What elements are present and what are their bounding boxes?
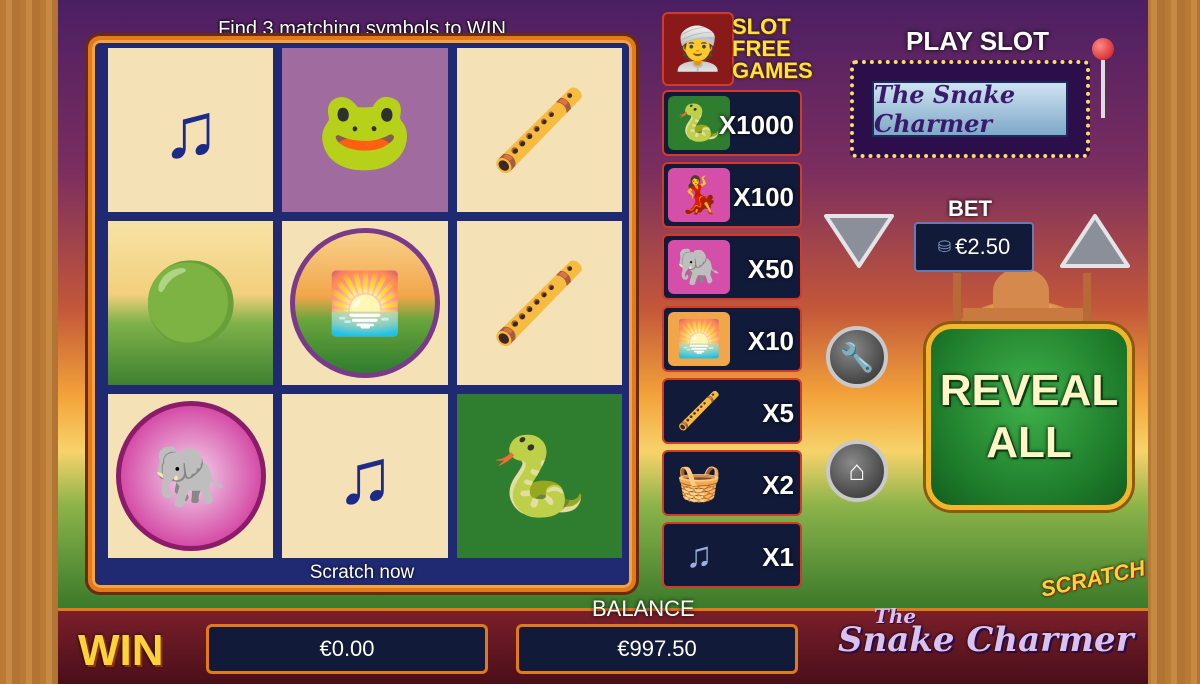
home-button[interactable]: ⌂	[826, 440, 888, 502]
flute-icon: 🪈	[490, 259, 588, 347]
scratch-cell[interactable]: 🪈	[456, 48, 622, 212]
multiplier: X1000	[718, 110, 794, 140]
bet-decrease-button[interactable]	[822, 210, 896, 270]
scratch-cell[interactable]: 🌅	[282, 221, 448, 385]
flute-icon: 🪈	[490, 86, 588, 174]
slot-free-games-button[interactable]: 👳 SLOT FREE GAMES	[662, 12, 852, 86]
cobra-icon: 🐸	[316, 86, 414, 174]
multiplier: X100	[733, 182, 794, 212]
paytable: 🐍 X1000 💃 X100 🐘 X50 🌅 X10 🪈 X5 🧺 X2 ♫ X…	[662, 90, 802, 594]
win-amount: €0.00	[206, 624, 488, 674]
slot-lever-icon[interactable]	[1092, 38, 1118, 118]
music-notes-icon: ♫	[685, 534, 713, 575]
balance-label: BALANCE	[592, 596, 695, 621]
cobra-icon: 🟢	[142, 259, 240, 347]
bet-value: ⛁ €2.50	[914, 222, 1034, 272]
paytable-row: 🐘 X50	[662, 234, 802, 300]
scratch-now-hint: Scratch now	[309, 562, 415, 583]
bet-increase-button[interactable]	[1058, 212, 1132, 272]
win-label: WIN	[78, 626, 164, 675]
paytable-row: 🐍 X1000	[662, 90, 802, 156]
play-slot-button[interactable]: The Snake Charmer	[850, 60, 1090, 158]
flute-icon: 🪈	[676, 390, 722, 431]
landscape-icon: 🌅	[289, 228, 440, 378]
scratch-cell[interactable]: 🐸	[282, 48, 448, 212]
paytable-row: 🧺 X2	[662, 450, 802, 516]
multiplier: X50	[747, 254, 794, 284]
elephant-icon: 🐘	[115, 401, 266, 551]
scratch-cell[interactable]: 🪈	[456, 221, 622, 385]
scratch-grid: ♫ 🐸 🪈 🟢 🌅 🪈 🐘 ♫ 🐍	[108, 48, 622, 558]
multiplier: X5	[762, 398, 794, 428]
free-games-label: SLOT FREE GAMES	[732, 14, 813, 83]
scratch-cell[interactable]: 🐘	[108, 394, 274, 558]
multiplier: X2	[762, 470, 794, 500]
home-icon: ⌂	[848, 455, 866, 486]
paytable-row: 🌅 X10	[662, 306, 802, 372]
multiplier: X1	[762, 542, 794, 572]
landscape-icon: 🌅	[668, 312, 730, 366]
cobra-icon: 🐍	[490, 432, 588, 520]
music-notes-icon: ♫	[161, 86, 220, 174]
wood-frame-left	[0, 0, 60, 684]
multiplier: X10	[747, 326, 794, 356]
dancer-icon: 💃	[668, 168, 730, 222]
play-slot-label: PLAY SLOT	[906, 26, 1050, 56]
snake-charmer-logo: The Snake Charmer	[872, 80, 1068, 138]
snake-charmer-icon: 👳	[662, 12, 734, 86]
paytable-row: 🪈 X5	[662, 378, 802, 444]
coin-stack-icon: ⛁	[937, 239, 952, 256]
scratch-cell[interactable]: ♫	[282, 394, 448, 558]
scratch-cell[interactable]: 🐍	[456, 394, 622, 558]
wrench-icon: 🔧	[839, 341, 875, 373]
balance-amount: €997.50	[516, 624, 798, 674]
wood-frame-right	[1145, 0, 1200, 684]
scratch-cell[interactable]: 🟢	[108, 221, 274, 385]
bet-label: BET	[948, 196, 992, 221]
music-notes-icon: ♫	[335, 432, 395, 520]
reveal-all-button[interactable]: REVEAL ALL	[926, 324, 1132, 510]
scratch-board: ♫ 🐸 🪈 🟢 🌅 🪈 🐘 ♫ 🐍 Scratch now	[88, 36, 636, 592]
paytable-row: 💃 X100	[662, 162, 802, 228]
paytable-row: ♫ X1	[662, 522, 802, 588]
scratch-cell[interactable]: ♫	[108, 48, 274, 212]
basket-icon: 🧺	[676, 462, 722, 503]
elephant-icon: 🐘	[668, 240, 730, 294]
game-logo: SCRATCH The Snake Charmer	[838, 555, 1148, 660]
settings-button[interactable]: 🔧	[826, 326, 888, 388]
